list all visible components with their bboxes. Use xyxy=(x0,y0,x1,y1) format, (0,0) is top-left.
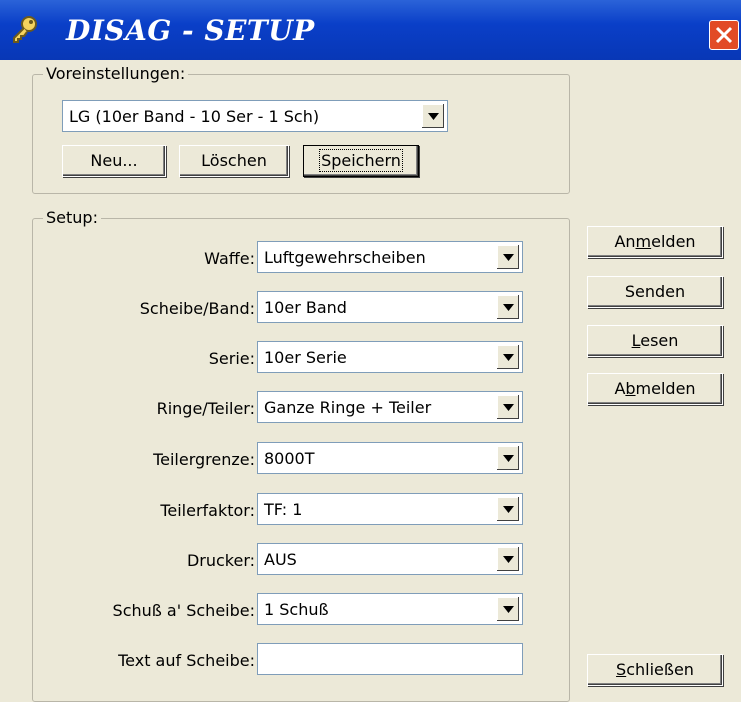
chevron-down-icon[interactable] xyxy=(496,394,520,420)
teilergrenze-value: 8000T xyxy=(264,449,315,468)
field-label-drucker: Drucker: xyxy=(186,551,255,570)
field-label-schuss-scheibe: Schuß a' Scheibe: xyxy=(112,601,255,620)
setup-group: Setup: Waffe: Luftgewehrscheiben Scheibe… xyxy=(32,208,570,702)
chevron-down-icon[interactable] xyxy=(496,445,520,471)
text-auf-scheibe-input[interactable] xyxy=(257,643,523,675)
abmelden-button[interactable]: Abmelden xyxy=(587,373,723,405)
schliessen-button[interactable]: Schließen xyxy=(587,654,723,686)
setup-group-label: Setup: xyxy=(43,208,101,227)
presets-group: Voreinstellungen: LG (10er Band - 10 Ser… xyxy=(32,64,570,194)
field-label-ringe-teiler: Ringe/Teiler: xyxy=(156,399,255,418)
serie-dropdown[interactable]: 10er Serie xyxy=(257,341,523,373)
close-icon xyxy=(715,26,733,44)
serie-value: 10er Serie xyxy=(264,348,347,367)
field-label-teilerfaktor: Teilerfaktor: xyxy=(160,501,255,520)
scheibe-band-value: 10er Band xyxy=(264,298,347,317)
anmelden-button[interactable]: Anmelden xyxy=(587,226,723,258)
scheibe-band-dropdown[interactable]: 10er Band xyxy=(257,291,523,323)
presets-group-label: Voreinstellungen: xyxy=(43,64,189,83)
window-title: DISAG - SETUP xyxy=(66,14,315,47)
delete-preset-button[interactable]: Löschen xyxy=(179,145,289,177)
new-preset-button[interactable]: Neu... xyxy=(62,145,166,177)
field-label-waffe: Waffe: xyxy=(204,249,255,268)
ringe-teiler-value: Ganze Ringe + Teiler xyxy=(264,398,432,417)
chevron-down-icon[interactable] xyxy=(496,244,520,270)
key-icon xyxy=(10,14,40,44)
close-button[interactable] xyxy=(709,20,739,50)
preset-dropdown-value: LG (10er Band - 10 Ser - 1 Sch) xyxy=(69,107,320,126)
teilerfaktor-value: TF: 1 xyxy=(264,500,303,519)
teilergrenze-dropdown[interactable]: 8000T xyxy=(257,442,523,474)
preset-dropdown[interactable]: LG (10er Band - 10 Ser - 1 Sch) xyxy=(62,100,448,132)
drucker-dropdown[interactable]: AUS xyxy=(257,543,523,575)
drucker-value: AUS xyxy=(264,550,297,569)
chevron-down-icon[interactable] xyxy=(496,294,520,320)
chevron-down-icon[interactable] xyxy=(496,596,520,622)
chevron-down-icon[interactable] xyxy=(421,103,445,129)
dialog-body: Voreinstellungen: LG (10er Band - 10 Ser… xyxy=(0,60,741,702)
title-bar[interactable]: DISAG - SETUP xyxy=(0,0,741,60)
lesen-button[interactable]: Lesen xyxy=(587,325,723,357)
waffe-dropdown[interactable]: Luftgewehrscheiben xyxy=(257,241,523,273)
senden-button[interactable]: Senden xyxy=(587,276,723,308)
chevron-down-icon[interactable] xyxy=(496,496,520,522)
chevron-down-icon[interactable] xyxy=(496,546,520,572)
teilerfaktor-dropdown[interactable]: TF: 1 xyxy=(257,493,523,525)
waffe-value: Luftgewehrscheiben xyxy=(264,248,426,267)
field-label-teilergrenze: Teilergrenze: xyxy=(153,450,255,469)
schuss-scheibe-value: 1 Schuß xyxy=(264,600,329,619)
field-label-serie: Serie: xyxy=(208,349,255,368)
field-label-scheibe-band: Scheibe/Band: xyxy=(139,299,255,318)
schuss-scheibe-dropdown[interactable]: 1 Schuß xyxy=(257,593,523,625)
field-label-text-auf-scheibe: Text auf Scheibe: xyxy=(118,651,255,670)
save-preset-button[interactable]: Speichern xyxy=(303,145,419,177)
chevron-down-icon[interactable] xyxy=(496,344,520,370)
ringe-teiler-dropdown[interactable]: Ganze Ringe + Teiler xyxy=(257,391,523,423)
